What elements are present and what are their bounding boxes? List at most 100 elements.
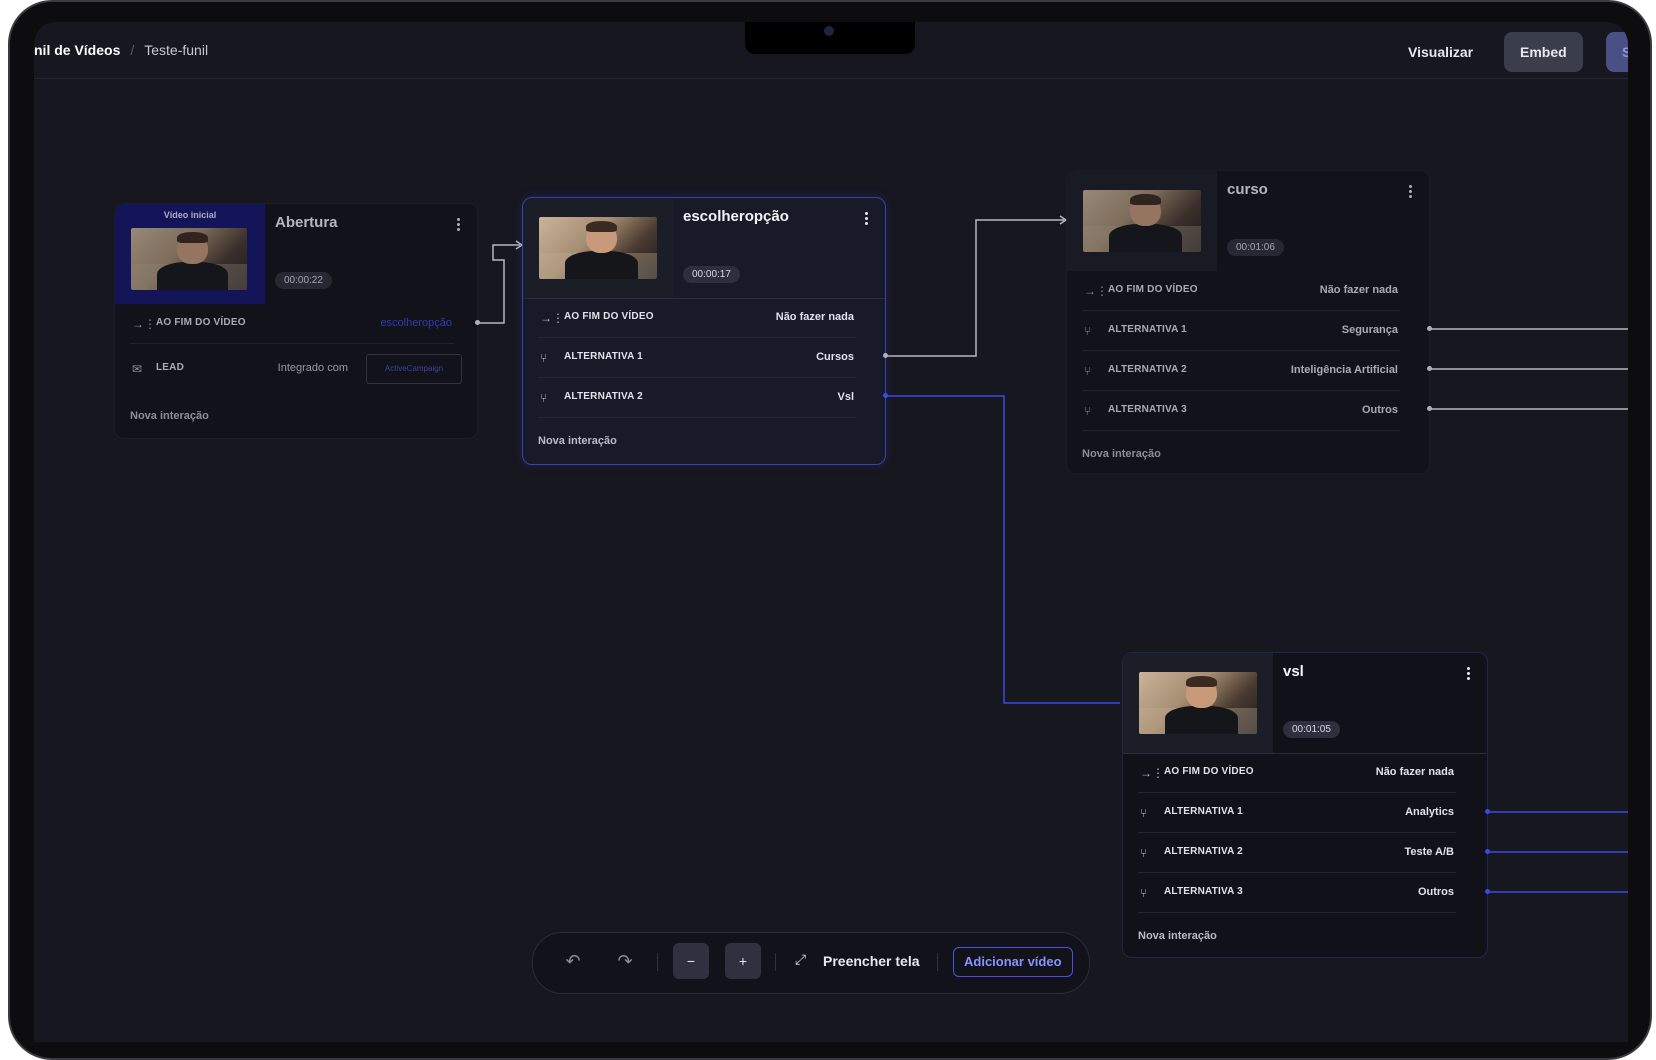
integration-box[interactable]: ActiveCampaign [366,354,462,384]
branch-icon: ⑂ [1140,806,1148,820]
kebab-menu-icon[interactable] [1409,185,1413,200]
end-of-video-icon: →⋮ [540,311,564,325]
duration-badge: 00:01:05 [1283,721,1340,738]
video-card-curso[interactable]: curso 00:01:06 →⋮ AO FIM DO VÍDEO Não fa… [1066,170,1430,474]
initial-video-badge: Vídeo inicial [163,210,217,220]
row-value[interactable]: Não fazer nada [776,311,854,323]
row-label: ALTERNATIVA 1 [1164,806,1243,817]
new-interaction-link[interactable]: Nova interação [130,410,209,422]
row-label: AO FIM DO VÍDEO [156,317,246,328]
card-title: Abertura [275,214,338,231]
row-value[interactable]: Analytics [1405,806,1454,818]
duration-badge: 00:00:22 [275,272,332,289]
row-label: ALTERNATIVA 2 [564,391,643,402]
row-end-of-video[interactable]: →⋮ AO FIM DO VÍDEO Não fazer nada [538,298,856,338]
row-label: ALTERNATIVA 2 [1108,364,1187,375]
row-value[interactable]: Não fazer nada [1320,284,1398,296]
branch-icon: ⑂ [1084,324,1092,338]
video-thumbnail[interactable] [1139,672,1257,734]
card-title: curso [1227,181,1268,198]
row-value[interactable]: Outros [1362,404,1398,416]
thumbnail-area [1067,171,1217,271]
toolbar-divider [657,953,658,971]
branch-icon: ⑂ [540,351,548,365]
kebab-menu-icon[interactable] [865,212,869,227]
duration-badge: 00:00:17 [683,266,740,283]
kebab-menu-icon[interactable] [457,218,461,233]
row-alternative-1[interactable]: ⑂ ALTERNATIVA 1 Segurança [1082,311,1400,351]
canvas-toolbar: ↶ ↷ − + ⤢ Preencher tela Adicionar vídeo [532,932,1090,994]
duration-badge: 00:01:06 [1227,239,1284,256]
connector-dot[interactable] [1485,889,1490,894]
new-interaction-link[interactable]: Nova interação [538,435,617,447]
row-alternative-3[interactable]: ⑂ ALTERNATIVA 3 Outros [1082,391,1400,431]
zoom-in-icon[interactable]: + [725,943,761,979]
row-alternative-1[interactable]: ⑂ ALTERNATIVA 1 Analytics [1138,793,1456,833]
video-card-abertura[interactable]: Vídeo inicial Abertura 00:00:22 →⋮ AO FI… [114,203,478,439]
kebab-menu-icon[interactable] [1467,667,1471,682]
row-alternative-3[interactable]: ⑂ ALTERNATIVA 3 Outros [1138,873,1456,913]
connector-dot[interactable] [883,353,888,358]
thumbnail-area [1123,653,1273,753]
row-label: ALTERNATIVA 1 [564,351,643,362]
fill-screen-button[interactable]: Preencher tela [823,953,920,969]
video-thumbnail[interactable] [539,217,657,279]
add-video-button[interactable]: Adicionar vídeo [953,947,1073,977]
row-alternative-2[interactable]: ⑂ ALTERNATIVA 2 Inteligência Artificial [1082,351,1400,391]
row-end-of-video[interactable]: →⋮ AO FIM DO VÍDEO Não fazer nada [1082,271,1400,311]
row-alternative-2[interactable]: ⑂ ALTERNATIVA 2 Teste A/B [1138,833,1456,873]
connector-dot[interactable] [1485,809,1490,814]
row-label: ALTERNATIVA 3 [1108,404,1187,415]
connector-dot[interactable] [883,393,888,398]
row-end-of-video[interactable]: →⋮ AO FIM DO VÍDEO escolheropção [130,304,454,344]
row-label: AO FIM DO VÍDEO [564,311,654,322]
card-title: escolheropção [683,208,789,225]
thumbnail-area [523,198,673,298]
redo-icon[interactable]: ↷ [607,943,643,979]
video-thumbnail[interactable] [131,228,247,290]
video-card-escolheropcao[interactable]: escolheropção 00:00:17 →⋮ AO FIM DO VÍDE… [522,197,886,465]
toolbar-divider [775,953,776,971]
wire-escolher-alt1-to-curso [886,219,1064,357]
row-label: AO FIM DO VÍDEO [1164,766,1254,777]
expand-icon[interactable]: ⤢ [795,951,806,968]
branch-icon: ⑂ [1084,404,1092,418]
end-of-video-icon: →⋮ [132,317,156,331]
row-alternative-2[interactable]: ⑂ ALTERNATIVA 2 Vsl [538,378,856,418]
connector-dot[interactable] [1485,849,1490,854]
connector-dot[interactable] [475,320,480,325]
card-title: vsl [1283,663,1304,680]
connector-dot[interactable] [1427,406,1432,411]
wire-abertura-to-escolher [478,244,520,324]
row-end-of-video[interactable]: →⋮ AO FIM DO VÍDEO Não fazer nada [1138,753,1456,793]
new-interaction-link[interactable]: Nova interação [1082,448,1161,460]
video-card-vsl[interactable]: vsl 00:01:05 →⋮ AO FIM DO VÍDEO Não faze… [1122,652,1488,958]
row-alternative-1[interactable]: ⑂ ALTERNATIVA 1 Cursos [538,338,856,378]
row-value[interactable]: Vsl [837,391,854,403]
row-label: ALTERNATIVA 1 [1108,324,1187,335]
row-value[interactable]: Segurança [1342,324,1398,336]
branch-icon: ⑂ [1140,886,1148,900]
branch-icon: ⑂ [1084,364,1092,378]
end-of-video-icon: →⋮ [1084,284,1108,298]
undo-icon[interactable]: ↶ [555,943,591,979]
video-thumbnail[interactable] [1083,190,1201,252]
row-value[interactable]: Não fazer nada [1376,766,1454,778]
camera-notch [745,22,915,54]
connector-dot[interactable] [1427,366,1432,371]
camera-icon [824,26,834,36]
row-label: ALTERNATIVA 2 [1164,846,1243,857]
row-value[interactable]: Cursos [816,351,854,363]
row-lead[interactable]: ✉ LEAD Integrado com ActiveCampaign [130,349,462,389]
row-label: LEAD [156,362,185,373]
row-value[interactable]: escolheropção [380,317,452,329]
row-value: Integrado com [277,362,348,374]
new-interaction-link[interactable]: Nova interação [1138,930,1217,942]
app-screen: nil de Vídeos / Teste-funil Visualizar Emb… [34,22,1628,1042]
thumbnail-area: Vídeo inicial [115,204,265,304]
zoom-out-icon[interactable]: − [673,943,709,979]
row-value[interactable]: Outros [1418,886,1454,898]
connector-dot[interactable] [1427,326,1432,331]
row-value[interactable]: Inteligência Artificial [1291,364,1398,376]
row-value[interactable]: Teste A/B [1404,846,1454,858]
